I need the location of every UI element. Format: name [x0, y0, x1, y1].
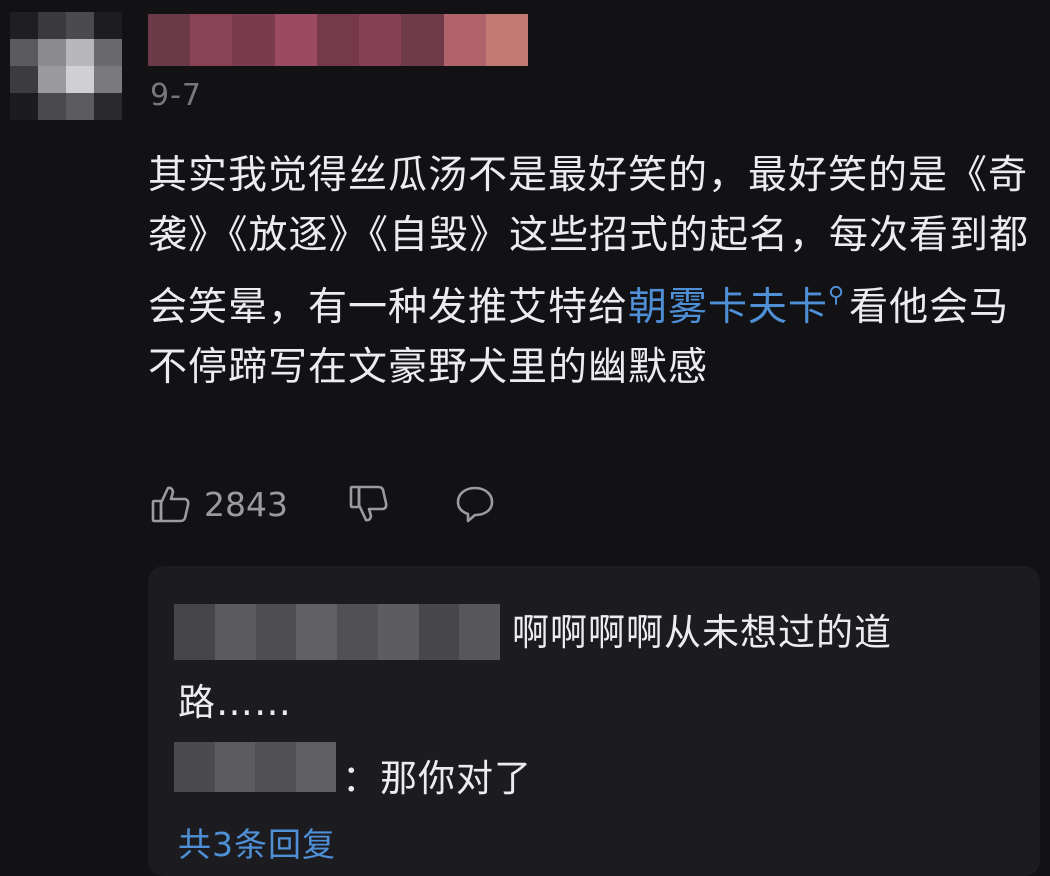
reply-text-continued: 路……: [178, 681, 292, 724]
avatar[interactable]: [10, 12, 122, 120]
reply-text: ：那你对了: [342, 757, 532, 800]
thumbs-up-icon[interactable]: [150, 483, 192, 525]
reply-text: 啊啊啊啊从未想过的道: [512, 611, 892, 654]
like-count: 2843: [204, 484, 288, 524]
username-blurred[interactable]: [148, 14, 528, 66]
comment-body: 其实我觉得丝瓜汤不是最好笑的，最好笑的是《奇袭》《放逐》《自毁》这些招式的起名，…: [148, 146, 1038, 398]
reply-author-blurred[interactable]: [174, 604, 500, 660]
view-all-replies-link[interactable]: 共3条回复: [178, 818, 336, 866]
replies-panel: 啊啊啊啊从未想过的道 路…… ：那你对了 共3条回复: [148, 566, 1040, 876]
author-link[interactable]: 朝雾卡夫卡: [628, 285, 828, 330]
reply-author-blurred[interactable]: [174, 742, 336, 792]
thumbs-down-icon[interactable]: [348, 483, 390, 525]
comment-date: 9-7: [150, 78, 202, 113]
search-icon[interactable]: ⚲: [828, 283, 845, 308]
comment-bubble-icon[interactable]: [454, 483, 496, 525]
comment-actions: 2843: [150, 482, 496, 526]
